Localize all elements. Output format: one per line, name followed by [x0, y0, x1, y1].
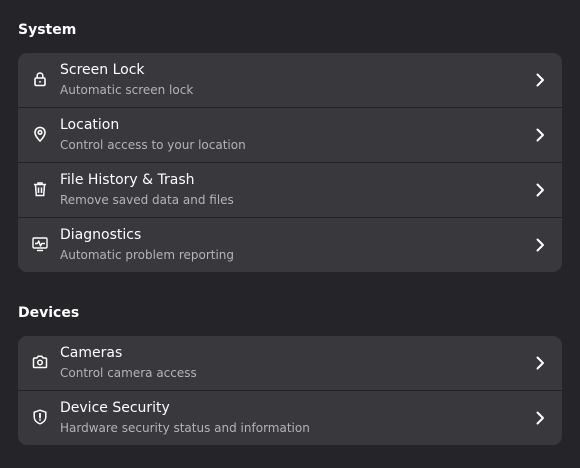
chevron-right-icon	[532, 237, 548, 253]
privacy-settings-page: System Screen Lock Automatic screen lock	[0, 0, 580, 468]
row-screen-lock[interactable]: Screen Lock Automatic screen lock	[18, 53, 562, 108]
trash-icon	[32, 181, 48, 197]
row-title: Cameras	[60, 345, 123, 361]
chevron-right-icon	[532, 182, 548, 198]
row-subtitle: Hardware security status and information	[60, 421, 310, 435]
lock-icon	[32, 71, 48, 87]
row-device-security[interactable]: Device Security Hardware security status…	[18, 391, 562, 445]
system-settings-list: Screen Lock Automatic screen lock Locati…	[18, 53, 562, 272]
row-file-history-trash[interactable]: File History & Trash Remove saved data a…	[18, 163, 562, 218]
row-title: Location	[60, 117, 120, 133]
row-diagnostics[interactable]: Diagnostics Automatic problem reporting	[18, 218, 562, 272]
row-subtitle: Control camera access	[60, 366, 197, 380]
row-title: Device Security	[60, 400, 170, 416]
shield-icon	[32, 409, 48, 425]
row-subtitle: Automatic problem reporting	[60, 248, 235, 262]
camera-icon	[32, 354, 48, 370]
location-pin-icon	[32, 126, 48, 142]
row-location[interactable]: Location Control access to your location	[18, 108, 562, 163]
section-title-devices: Devices	[18, 305, 80, 321]
row-cameras[interactable]: Cameras Control camera access	[18, 336, 562, 391]
row-subtitle: Remove saved data and files	[60, 193, 234, 207]
chevron-right-icon	[532, 127, 548, 143]
row-title: Diagnostics	[60, 227, 142, 243]
row-title: File History & Trash	[60, 172, 195, 188]
row-subtitle: Control access to your location	[60, 138, 246, 152]
section-title-system: System	[18, 22, 77, 38]
row-subtitle: Automatic screen lock	[60, 83, 194, 97]
row-title: Screen Lock	[60, 62, 145, 78]
diagnostics-monitor-icon	[32, 236, 48, 252]
devices-settings-list: Cameras Control camera access Device Sec…	[18, 336, 562, 445]
chevron-right-icon	[532, 410, 548, 426]
chevron-right-icon	[532, 72, 548, 88]
chevron-right-icon	[532, 355, 548, 371]
